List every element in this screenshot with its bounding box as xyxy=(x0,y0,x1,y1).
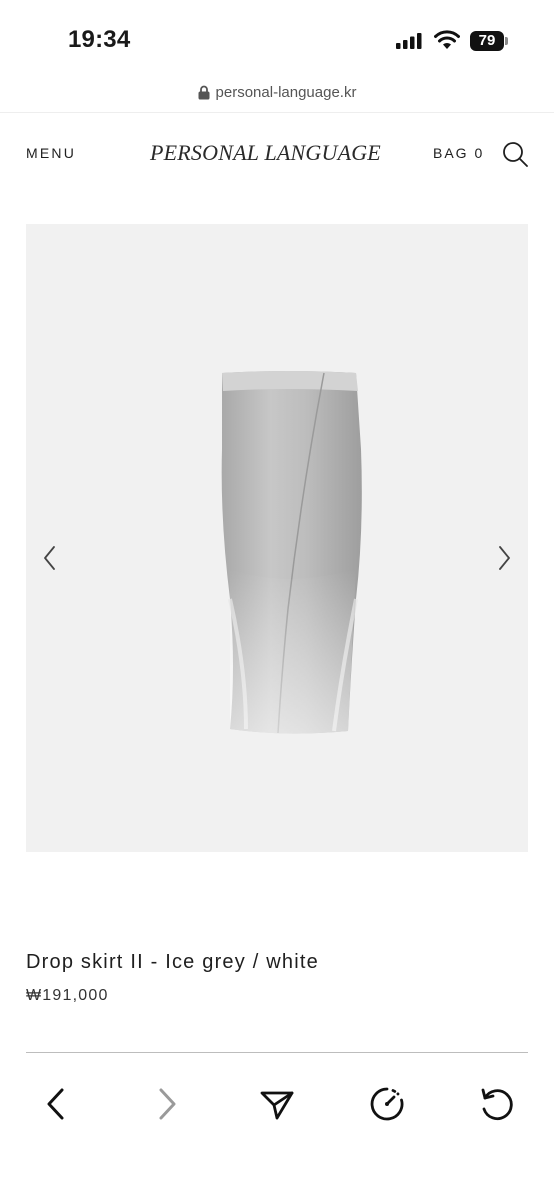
url-text: personal-language.kr xyxy=(215,84,357,101)
wifi-icon xyxy=(434,30,460,49)
status-time: 19:34 xyxy=(68,26,131,53)
divider xyxy=(26,1052,528,1053)
product-title: Drop skirt II - Ice grey / white xyxy=(26,951,319,973)
speed-icon[interactable] xyxy=(367,1084,407,1124)
chevron-left-icon[interactable] xyxy=(40,544,60,572)
bag-button[interactable]: BAG 0 xyxy=(433,145,484,161)
battery-level: 79 xyxy=(478,32,496,49)
lock-icon xyxy=(198,85,210,100)
forward-icon[interactable] xyxy=(147,1084,187,1124)
product-price: ₩191,000 xyxy=(26,987,109,1004)
url-divider xyxy=(0,112,554,113)
site-logo[interactable]: PERSONAL LANGUAGE xyxy=(150,140,381,166)
chevron-right-icon[interactable] xyxy=(494,544,514,572)
back-icon[interactable] xyxy=(36,1084,76,1124)
product-image-carousel[interactable] xyxy=(26,224,528,852)
cellular-signal-icon xyxy=(396,33,422,49)
product-image xyxy=(221,371,362,734)
reload-icon[interactable] xyxy=(477,1084,517,1124)
menu-button[interactable]: MENU xyxy=(26,145,76,161)
share-icon[interactable] xyxy=(257,1084,297,1124)
battery-indicator: 79 xyxy=(470,31,510,51)
address-bar[interactable]: personal-language.kr xyxy=(0,84,554,112)
search-icon[interactable] xyxy=(502,141,528,167)
